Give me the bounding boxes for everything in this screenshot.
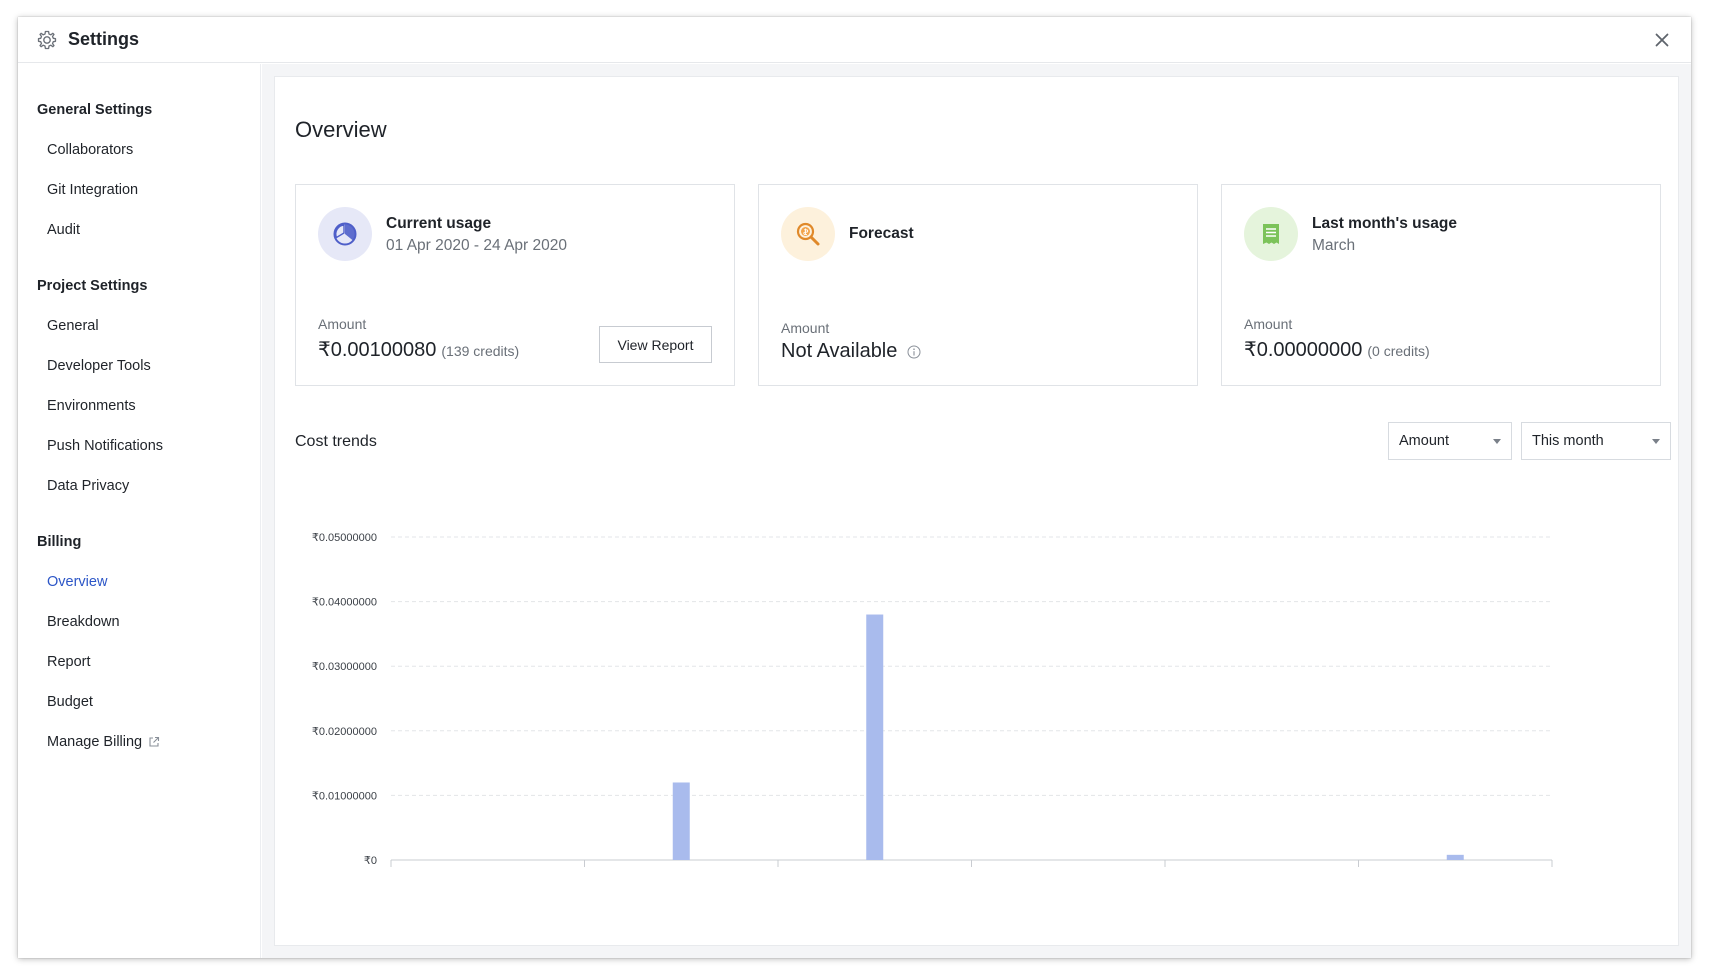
amount-text: ₹0.00000000 (1244, 339, 1363, 361)
main-content: Overview Current usage 01 Apr 2020 - 24 … (262, 64, 1691, 958)
y-tick-label: ₹0.01000000 (312, 790, 377, 802)
y-tick-label: ₹0 (364, 855, 377, 867)
card-title: Last month's usage (1312, 215, 1457, 232)
window-title: Settings (68, 29, 140, 49)
sidebar-item-data-privacy[interactable]: Data Privacy (47, 478, 129, 494)
bar (672, 782, 690, 860)
settings-window: Settings General Settings Collaborators … (18, 17, 1691, 958)
card-title: Current usage (386, 215, 492, 232)
amount-value: ₹0.00100080 (139 credits) (318, 337, 519, 362)
chevron-down-icon (1652, 439, 1660, 444)
close-icon[interactable] (1651, 29, 1673, 51)
amount-label: Amount (781, 320, 830, 336)
amount-text: Not Available (781, 340, 898, 362)
sidebar-item-audit[interactable]: Audit (47, 222, 80, 238)
sidebar-item-breakdown[interactable]: Breakdown (47, 614, 120, 630)
receipt-icon (1244, 207, 1298, 261)
period-dropdown-value: This month (1532, 433, 1604, 449)
amount-label: Amount (1244, 316, 1293, 332)
view-report-button[interactable]: View Report (599, 326, 712, 363)
card-title: Forecast (849, 225, 914, 242)
amount-value: ₹0.00000000 (0 credits) (1244, 337, 1430, 362)
title-bar: Settings (18, 17, 1691, 63)
cost-trends-title: Cost trends (295, 433, 377, 450)
period-dropdown[interactable]: This month (1521, 422, 1671, 460)
amount-value: Not Available (781, 340, 921, 363)
sidebar-item-report[interactable]: Report (47, 654, 91, 670)
sidebar-item-general[interactable]: General (47, 318, 99, 334)
bar (1446, 854, 1464, 860)
metric-dropdown-value: Amount (1399, 433, 1449, 449)
settings-sidebar: General Settings Collaborators Git Integ… (18, 64, 261, 958)
sidebar-item-budget[interactable]: Budget (47, 694, 93, 710)
info-icon[interactable] (907, 345, 921, 359)
sidebar-item-developer-tools[interactable]: Developer Tools (47, 358, 151, 374)
y-tick-label: ₹0.04000000 (312, 597, 377, 609)
metric-dropdown[interactable]: Amount (1388, 422, 1512, 460)
current-usage-card: Current usage 01 Apr 2020 - 24 Apr 2020 … (295, 184, 735, 386)
magnifier-coin-icon (781, 207, 835, 261)
sidebar-item-collaborators[interactable]: Collaborators (47, 142, 133, 158)
amount-label: Amount (318, 316, 367, 332)
pie-chart-icon (318, 207, 372, 261)
cost-trends-chart: ₹0 ₹0.01000000 ₹0.02000000 ₹0.03000000 ₹0.04… (312, 532, 1553, 867)
card-subtitle: 01 Apr 2020 - 24 Apr 2020 (386, 237, 567, 254)
sidebar-item-manage-billing[interactable]: Manage Billing (47, 734, 160, 750)
last-month-usage-card: Last month's usage March Amount ₹0.00000… (1221, 184, 1661, 386)
bar (866, 614, 884, 860)
amount-text: ₹0.00100080 (318, 339, 437, 361)
chevron-down-icon (1493, 439, 1501, 444)
overview-panel: Overview Current usage 01 Apr 2020 - 24 … (274, 76, 1679, 946)
page-title: Overview (295, 117, 387, 142)
y-tick-label: ₹0.02000000 (312, 726, 377, 738)
credits-text: (0 credits) (1367, 343, 1430, 359)
y-tick-label: ₹0.03000000 (312, 661, 377, 673)
sidebar-item-environments[interactable]: Environments (47, 398, 136, 414)
external-link-icon (148, 736, 160, 748)
card-subtitle: March (1312, 237, 1356, 254)
sidebar-group-billing: Billing (37, 534, 82, 550)
sidebar-item-label: Manage Billing (47, 734, 143, 750)
y-tick-label: ₹0.05000000 (312, 532, 377, 544)
sidebar-group-project-settings: Project Settings (37, 278, 148, 294)
sidebar-item-git-integration[interactable]: Git Integration (47, 182, 138, 198)
sidebar-item-push-notifications[interactable]: Push Notifications (47, 438, 163, 454)
gear-icon (36, 29, 58, 51)
sidebar-item-overview[interactable]: Overview (47, 574, 107, 590)
sidebar-group-general-settings: General Settings (37, 102, 153, 118)
forecast-card: Forecast Amount Not Available (758, 184, 1198, 386)
credits-text: (139 credits) (441, 343, 520, 359)
